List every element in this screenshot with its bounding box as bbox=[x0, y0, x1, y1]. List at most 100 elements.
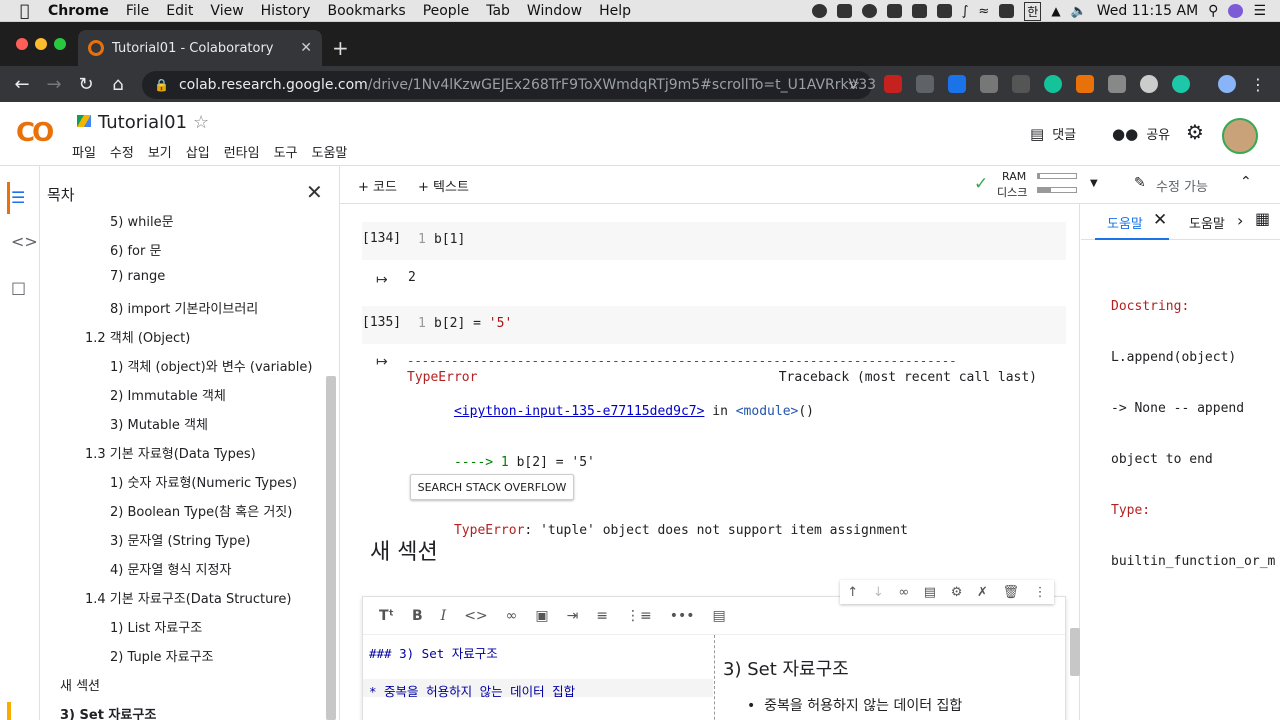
spotlight-icon[interactable]: ⚲ bbox=[1208, 3, 1218, 19]
user-avatar[interactable] bbox=[1222, 118, 1258, 154]
menu-window[interactable]: Window bbox=[527, 3, 582, 19]
extension-red-icon[interactable] bbox=[884, 75, 902, 93]
image-icon[interactable]: ▣ bbox=[535, 608, 548, 624]
menu-tab[interactable]: Tab bbox=[486, 3, 510, 19]
close-help-tab-icon[interactable]: ✕ bbox=[1153, 210, 1167, 230]
link-to-cell-icon[interactable]: ∞ bbox=[898, 585, 909, 600]
cell-code[interactable]: b[2] = '5' bbox=[434, 316, 512, 331]
code-snippets-icon[interactable]: <> bbox=[11, 232, 38, 251]
comment-button[interactable]: ▤ 댓글 bbox=[1030, 124, 1076, 144]
toc-item[interactable]: 3) 문자열 (String Type) bbox=[110, 530, 250, 549]
settings-gear-icon[interactable]: ⚙ bbox=[1186, 120, 1204, 144]
close-window-button[interactable] bbox=[16, 38, 28, 50]
toc-item[interactable]: 2) Immutable 객체 bbox=[110, 385, 226, 404]
toc-item[interactable]: 1.3 기본 자료형(Data Types) bbox=[85, 443, 256, 462]
colab-logo[interactable]: CO bbox=[16, 118, 54, 148]
chrome-menu-icon[interactable]: ⋮ bbox=[1250, 75, 1266, 94]
toc-item[interactable]: 6) for 문 bbox=[110, 240, 161, 259]
colab-menu-tools[interactable]: 도구 bbox=[274, 142, 298, 161]
output-arrow-icon[interactable]: ↦ bbox=[376, 354, 388, 370]
browser-tab[interactable]: Tutorial01 - Colaboratory ✕ bbox=[78, 30, 322, 66]
star-icon[interactable]: ☆ bbox=[193, 112, 209, 133]
markdown-source[interactable]: ### 3) Set 자료구조 * 중복을 허용하지 않는 데이터 집합 bbox=[363, 635, 715, 720]
horizontal-rule-icon[interactable]: ••• bbox=[670, 608, 695, 624]
toc-scrollbar[interactable] bbox=[326, 376, 336, 720]
monitor-icon[interactable] bbox=[911, 4, 927, 18]
toc-item[interactable]: 1) 숫자 자료형(Numeric Types) bbox=[110, 472, 297, 491]
close-toc-icon[interactable]: ✕ bbox=[306, 180, 323, 204]
toc-item[interactable]: 2) Boolean Type(참 혹은 거짓) bbox=[110, 501, 292, 520]
extension-bulb-icon[interactable] bbox=[1108, 75, 1126, 93]
toc-item[interactable]: 1.4 기본 자료구조(Data Structure) bbox=[85, 588, 292, 607]
chat-icon[interactable] bbox=[886, 4, 902, 18]
colab-menu-runtime[interactable]: 런타임 bbox=[224, 142, 260, 161]
colab-menu-view[interactable]: 보기 bbox=[148, 142, 172, 161]
notification-center-icon[interactable]: ☰ bbox=[1253, 3, 1266, 19]
code-cell-134[interactable]: [134] 1 b[1] bbox=[362, 222, 1066, 260]
siri-icon[interactable] bbox=[1228, 4, 1244, 18]
extension-grammarly-icon[interactable] bbox=[1044, 75, 1062, 93]
search-stack-overflow-button[interactable]: SEARCH STACK OVERFLOW bbox=[410, 474, 574, 500]
forward-button[interactable]: → bbox=[38, 74, 70, 95]
toc-item[interactable]: 8) import 기본라이브러리 bbox=[110, 298, 258, 317]
files-folder-icon[interactable]: □ bbox=[11, 278, 26, 297]
new-tab-button[interactable]: + bbox=[332, 36, 349, 60]
extension-circle-icon[interactable] bbox=[1140, 75, 1158, 93]
toc-item[interactable]: 1) List 자료구조 bbox=[110, 617, 202, 636]
menu-help[interactable]: Help bbox=[599, 3, 631, 19]
numbered-list-icon[interactable]: ≡ bbox=[596, 608, 608, 624]
add-text-button[interactable]: + 텍스트 bbox=[418, 176, 469, 195]
heading-icon[interactable]: Tᵗ bbox=[379, 608, 394, 624]
bulleted-list-icon[interactable]: ⋮≡ bbox=[626, 608, 652, 624]
back-button[interactable]: ← bbox=[6, 74, 38, 95]
profile-avatar-icon[interactable] bbox=[1218, 75, 1236, 93]
bold-icon[interactable]: B bbox=[412, 608, 423, 624]
url-field[interactable]: 🔒 colab.research.google.com/drive/1Nv4lK… bbox=[142, 71, 876, 99]
minimize-window-button[interactable] bbox=[35, 38, 47, 50]
colab-menu-file[interactable]: 파일 bbox=[72, 142, 96, 161]
share-button[interactable]: ●● 공유 bbox=[1112, 124, 1170, 144]
preview-toggle-icon[interactable]: ▤ bbox=[713, 608, 726, 624]
text-cell-editor[interactable]: Tᵗ B I <> ∞ ▣ ⇥ ≡ ⋮≡ ••• ▤ ### 3) Set 자료… bbox=[362, 596, 1066, 720]
toc-list-icon[interactable]: ☰ bbox=[11, 188, 25, 207]
menu-file[interactable]: File bbox=[126, 3, 149, 19]
toc-item[interactable]: 4) 문자열 형식 지정자 bbox=[110, 559, 231, 578]
colab-menu-insert[interactable]: 삽입 bbox=[186, 142, 210, 161]
code-icon[interactable]: <> bbox=[464, 608, 487, 624]
code-cell-135[interactable]: [135] 1 b[2] = '5' bbox=[362, 306, 1066, 344]
dropbox-icon[interactable] bbox=[836, 4, 852, 18]
sync-icon[interactable] bbox=[861, 4, 877, 18]
toc-item[interactable]: 7) range bbox=[110, 269, 165, 284]
mirror-cell-icon[interactable]: ✗ bbox=[977, 585, 988, 600]
notebook-title[interactable]: Tutorial01 bbox=[98, 112, 187, 133]
lock-icon[interactable] bbox=[936, 4, 952, 18]
indent-icon[interactable]: ⇥ bbox=[567, 608, 579, 624]
collapse-header-icon[interactable]: ⌃ bbox=[1240, 174, 1252, 190]
output-arrow-icon[interactable]: ↦ bbox=[376, 272, 388, 288]
bookmark-star-icon[interactable]: ☆ bbox=[847, 77, 860, 93]
italic-icon[interactable]: I bbox=[441, 608, 447, 624]
link-icon[interactable]: ∞ bbox=[506, 608, 518, 624]
wifi-icon[interactable]: ≈ bbox=[978, 4, 989, 19]
menu-history[interactable]: History bbox=[261, 3, 311, 19]
home-button[interactable]: ⌂ bbox=[102, 74, 134, 95]
toc-item[interactable]: 새 섹션 bbox=[60, 675, 100, 694]
eject-icon[interactable]: ▲ bbox=[1051, 4, 1060, 18]
help-tab-active[interactable]: 도움말 bbox=[1107, 213, 1143, 232]
menu-edit[interactable]: Edit bbox=[166, 3, 193, 19]
help-tab-second[interactable]: 도움말 bbox=[1189, 213, 1225, 232]
resources-dropdown-icon[interactable]: ▼ bbox=[1090, 178, 1098, 189]
delete-cell-icon[interactable]: 🗑 bbox=[1002, 585, 1019, 600]
colab-menu-edit[interactable]: 수정 bbox=[110, 142, 134, 161]
ime-indicator[interactable]: 한 bbox=[1024, 1, 1042, 21]
toc-item[interactable]: 3) Set 자료구조 bbox=[60, 704, 156, 720]
colab-menu-help[interactable]: 도움말 bbox=[312, 142, 348, 161]
extension-shield-icon[interactable] bbox=[948, 75, 966, 93]
menu-bookmarks[interactable]: Bookmarks bbox=[327, 3, 405, 19]
zoom-window-button[interactable] bbox=[54, 38, 66, 50]
clock[interactable]: Wed 11:15 AM bbox=[1097, 3, 1198, 19]
more-options-icon[interactable]: ⋮ bbox=[1034, 585, 1047, 600]
menu-app-name[interactable]: Chrome bbox=[48, 3, 109, 19]
extension-print-icon[interactable] bbox=[980, 75, 998, 93]
extension-i-icon[interactable] bbox=[1012, 75, 1030, 93]
